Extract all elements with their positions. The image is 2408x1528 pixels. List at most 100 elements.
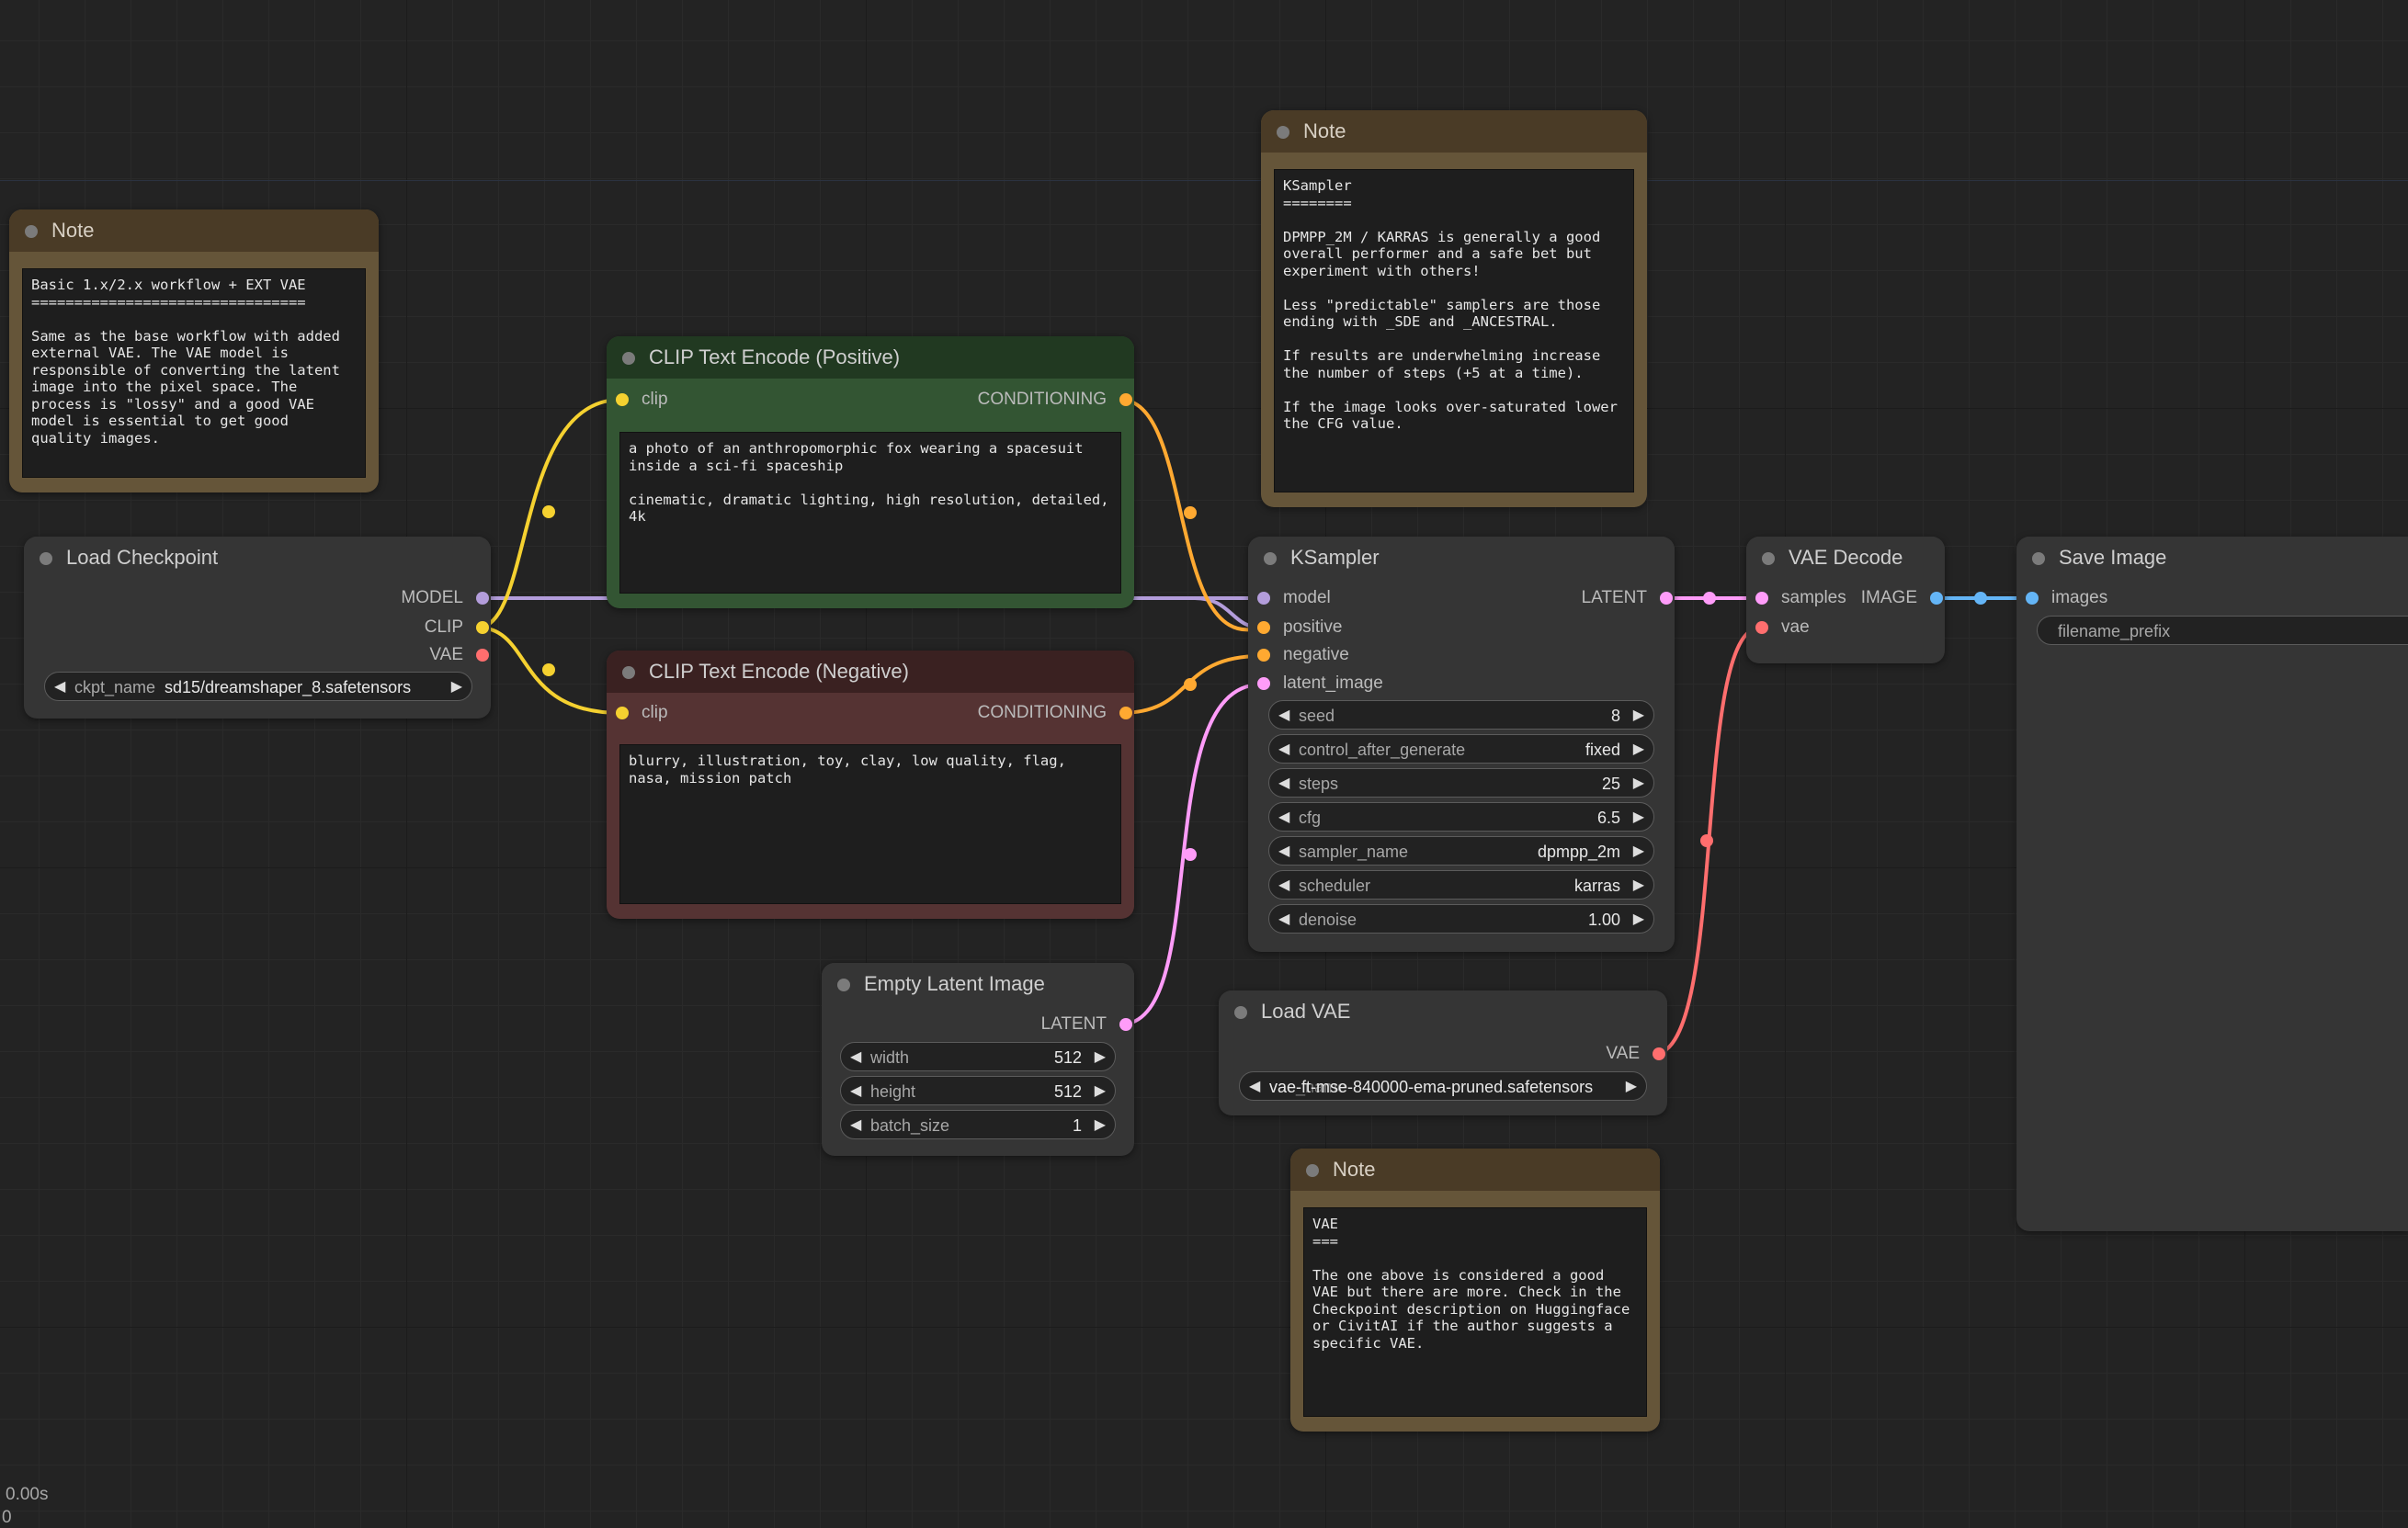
slot-connector-icon[interactable] [1119, 393, 1132, 406]
node-title-bar[interactable]: VAE Decode [1746, 537, 1945, 579]
collapse-dot-icon[interactable] [622, 352, 635, 365]
arrow-left-icon[interactable]: ◀ [850, 1043, 861, 1070]
scheduler-combo[interactable]: ◀ scheduler karras ▶ [1268, 870, 1654, 900]
node-title-bar[interactable]: Load VAE [1219, 990, 1667, 1033]
collapse-dot-icon[interactable] [40, 552, 52, 565]
output-slot-vae[interactable]: VAE [187, 643, 491, 667]
note-textarea[interactable]: VAE === The one above is considered a go… [1303, 1207, 1647, 1417]
output-slot-latent[interactable]: LATENT [1463, 586, 1675, 610]
collapse-dot-icon[interactable] [1306, 1164, 1319, 1177]
vae-name-combo[interactable]: ◀ vae_name vae-ft-mse-840000-ema-pruned.… [1239, 1071, 1647, 1101]
save-image-node[interactable]: Save Image images filename_prefix [2016, 537, 2408, 1231]
arrow-left-icon[interactable]: ◀ [54, 673, 65, 700]
steps-number-widget[interactable]: ◀ steps 25 ▶ [1268, 768, 1654, 798]
collapse-dot-icon[interactable] [1762, 552, 1775, 565]
node-title-bar[interactable]: CLIP Text Encode (Negative) [607, 651, 1134, 693]
arrow-left-icon[interactable]: ◀ [850, 1111, 861, 1138]
output-slot-conditioning[interactable]: CONDITIONING [831, 701, 1134, 725]
slot-connector-icon[interactable] [1119, 707, 1132, 719]
collapse-dot-icon[interactable] [1277, 126, 1289, 139]
node-title-bar[interactable]: Note [9, 209, 379, 252]
input-slot-latent-image[interactable]: latent_image [1255, 672, 1467, 696]
output-slot-conditioning[interactable]: CONDITIONING [831, 388, 1134, 412]
note-node-workflow[interactable]: Note Basic 1.x/2.x workflow + EXT VAE ==… [9, 209, 379, 492]
input-slot-vae[interactable]: vae [1754, 616, 1891, 639]
note-node-vae[interactable]: Note VAE === The one above is considered… [1290, 1149, 1660, 1432]
input-slot-positive[interactable]: positive [1255, 616, 1467, 639]
arrow-left-icon[interactable]: ◀ [1278, 701, 1289, 729]
collapse-dot-icon[interactable] [1264, 552, 1277, 565]
slot-connector-icon[interactable] [1119, 1018, 1132, 1031]
slot-connector-icon[interactable] [2026, 592, 2039, 605]
node-title-bar[interactable]: Note [1261, 110, 1647, 153]
output-slot-model[interactable]: MODEL [187, 586, 491, 610]
input-slot-clip[interactable]: clip [614, 701, 825, 725]
collapse-dot-icon[interactable] [622, 666, 635, 679]
arrow-right-icon[interactable]: ▶ [1633, 905, 1644, 933]
slot-connector-icon[interactable] [1755, 592, 1768, 605]
slot-connector-icon[interactable] [476, 649, 489, 662]
width-number-widget[interactable]: ◀ width 512 ▶ [840, 1042, 1116, 1071]
arrow-right-icon[interactable]: ▶ [1633, 837, 1644, 865]
clip-text-encode-positive-node[interactable]: CLIP Text Encode (Positive) clip CONDITI… [607, 336, 1134, 608]
node-title-bar[interactable]: Save Image [2016, 537, 2408, 579]
vae-decode-node[interactable]: VAE Decode samples IMAGE vae [1746, 537, 1945, 663]
collapse-dot-icon[interactable] [837, 979, 850, 991]
output-slot-latent[interactable]: LATENT [923, 1013, 1134, 1036]
arrow-left-icon[interactable]: ◀ [850, 1077, 861, 1104]
slot-connector-icon[interactable] [476, 621, 489, 634]
note-textarea[interactable]: Basic 1.x/2.x workflow + EXT VAE =======… [22, 268, 366, 478]
arrow-left-icon[interactable]: ◀ [1278, 905, 1289, 933]
node-title-bar[interactable]: Note [1290, 1149, 1660, 1191]
collapse-dot-icon[interactable] [1234, 1006, 1247, 1019]
input-slot-clip[interactable]: clip [614, 388, 825, 412]
arrow-right-icon[interactable]: ▶ [1095, 1043, 1106, 1070]
slot-connector-icon[interactable] [1755, 621, 1768, 634]
node-title-bar[interactable]: CLIP Text Encode (Positive) [607, 336, 1134, 379]
arrow-left-icon[interactable]: ◀ [1278, 803, 1289, 831]
input-slot-negative[interactable]: negative [1255, 643, 1467, 667]
cfg-number-widget[interactable]: ◀ cfg 6.5 ▶ [1268, 802, 1654, 832]
slot-connector-icon[interactable] [1653, 1047, 1665, 1060]
note-node-ksampler[interactable]: Note KSampler ======== DPMPP_2M / KARRAS… [1261, 110, 1647, 507]
arrow-right-icon[interactable]: ▶ [1633, 735, 1644, 763]
slot-connector-icon[interactable] [1257, 649, 1270, 662]
arrow-left-icon[interactable]: ◀ [1278, 837, 1289, 865]
arrow-left-icon[interactable]: ◀ [1249, 1072, 1260, 1100]
input-slot-images[interactable]: images [2024, 586, 2235, 610]
batch-size-number-widget[interactable]: ◀ batch_size 1 ▶ [840, 1110, 1116, 1139]
arrow-right-icon[interactable]: ▶ [451, 673, 462, 700]
collapse-dot-icon[interactable] [25, 225, 38, 238]
denoise-number-widget[interactable]: ◀ denoise 1.00 ▶ [1268, 904, 1654, 934]
output-slot-clip[interactable]: CLIP [187, 616, 491, 639]
height-number-widget[interactable]: ◀ height 512 ▶ [840, 1076, 1116, 1105]
node-title-bar[interactable]: Load Checkpoint [24, 537, 491, 579]
arrow-left-icon[interactable]: ◀ [1278, 769, 1289, 797]
arrow-right-icon[interactable]: ▶ [1633, 803, 1644, 831]
slot-connector-icon[interactable] [616, 707, 629, 719]
slot-connector-icon[interactable] [476, 592, 489, 605]
arrow-right-icon[interactable]: ▶ [1633, 701, 1644, 729]
prompt-textarea[interactable]: a photo of an anthropomorphic fox wearin… [619, 432, 1121, 594]
node-title-bar[interactable]: Empty Latent Image [822, 963, 1134, 1005]
output-slot-image[interactable]: IMAGE [1825, 586, 1945, 610]
arrow-left-icon[interactable]: ◀ [1278, 871, 1289, 899]
arrow-right-icon[interactable]: ▶ [1633, 871, 1644, 899]
arrow-right-icon[interactable]: ▶ [1095, 1077, 1106, 1104]
arrow-right-icon[interactable]: ▶ [1626, 1072, 1637, 1100]
slot-connector-icon[interactable] [1930, 592, 1943, 605]
note-textarea[interactable]: KSampler ======== DPMPP_2M / KARRAS is g… [1274, 169, 1634, 492]
slot-connector-icon[interactable] [1257, 621, 1270, 634]
ckpt-name-combo[interactable]: ◀ ckpt_name sd15/dreamshaper_8.safetenso… [44, 672, 472, 701]
node-title-bar[interactable]: KSampler [1248, 537, 1675, 579]
output-slot-vae[interactable]: VAE [1456, 1042, 1667, 1066]
arrow-right-icon[interactable]: ▶ [1095, 1111, 1106, 1138]
slot-connector-icon[interactable] [1660, 592, 1673, 605]
empty-latent-image-node[interactable]: Empty Latent Image LATENT ◀ width 512 ▶ … [822, 963, 1134, 1156]
ksampler-node[interactable]: KSampler model LATENT positive negative … [1248, 537, 1675, 952]
collapse-dot-icon[interactable] [2032, 552, 2045, 565]
sampler-name-combo[interactable]: ◀ sampler_name dpmpp_2m ▶ [1268, 836, 1654, 866]
slot-connector-icon[interactable] [1257, 592, 1270, 605]
arrow-left-icon[interactable]: ◀ [1278, 735, 1289, 763]
prompt-textarea[interactable]: blurry, illustration, toy, clay, low qua… [619, 744, 1121, 904]
